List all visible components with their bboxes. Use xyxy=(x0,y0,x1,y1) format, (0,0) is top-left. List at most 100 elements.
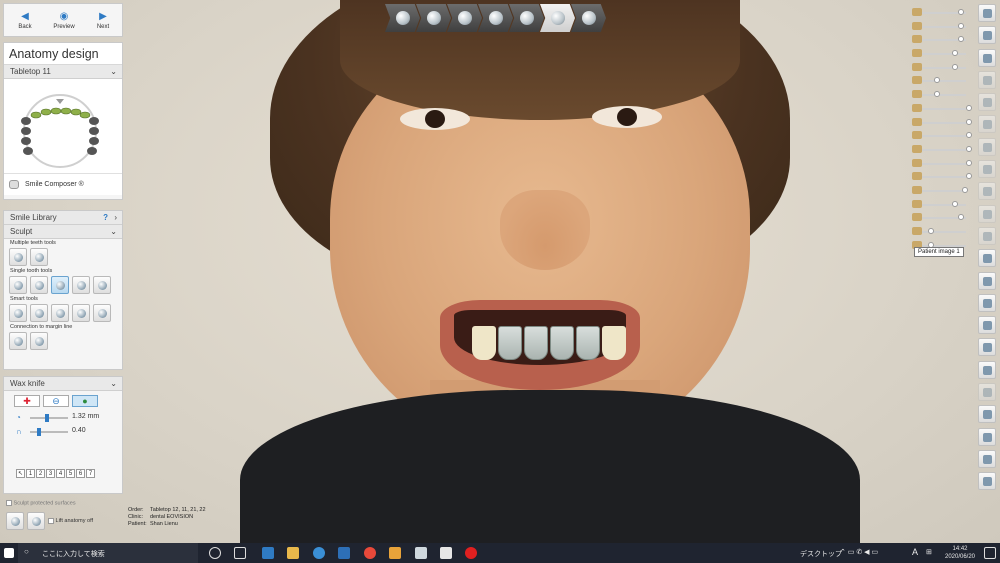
tooth-chart[interactable] xyxy=(4,79,122,173)
slider-thumb[interactable] xyxy=(934,77,940,84)
right-toolbar-tool-icon[interactable] xyxy=(978,271,996,290)
wax-knife-tool-icon[interactable] xyxy=(51,276,69,294)
crown-design[interactable] xyxy=(550,326,574,360)
right-toolbar-tool-icon[interactable] xyxy=(978,182,996,201)
margin-tool-icon[interactable] xyxy=(9,332,27,350)
back-button[interactable]: ◀ Back xyxy=(6,8,44,38)
crown-design[interactable] xyxy=(524,326,548,360)
crown-design[interactable] xyxy=(576,326,600,360)
workflow-step-current-icon[interactable] xyxy=(540,4,575,32)
slider-thumb[interactable] xyxy=(966,104,972,111)
slider-thumb[interactable] xyxy=(958,9,964,15)
visibility-slider[interactable] xyxy=(908,157,972,171)
slider-thumb[interactable] xyxy=(958,22,964,29)
preset-button[interactable]: 4 xyxy=(56,469,65,478)
workflow-step-icon[interactable] xyxy=(478,4,513,32)
undo-icon[interactable] xyxy=(6,512,24,530)
right-toolbar-tool-icon[interactable] xyxy=(978,4,996,22)
tray-icons[interactable]: ⌃ ▭ ✆ ◀ ▭ xyxy=(840,548,878,556)
strength-slider-thumb[interactable] xyxy=(36,428,41,436)
smart-tool-icon[interactable] xyxy=(72,304,90,322)
preset-button[interactable]: 7 xyxy=(86,469,95,478)
smart-tool-icon[interactable] xyxy=(30,304,48,322)
visibility-slider[interactable] xyxy=(908,225,972,239)
right-toolbar-tool-icon[interactable] xyxy=(978,249,996,268)
size-slider-thumb[interactable] xyxy=(45,414,50,422)
visibility-slider[interactable] xyxy=(908,184,972,198)
task-view-icon[interactable] xyxy=(234,547,246,559)
visibility-slider[interactable] xyxy=(908,47,972,61)
slider-thumb[interactable] xyxy=(962,186,968,193)
workflow-step-icon[interactable] xyxy=(571,4,606,32)
sculpt-header[interactable]: Sculpt ⌄ xyxy=(4,225,122,239)
visibility-slider[interactable] xyxy=(908,198,972,212)
visibility-slider[interactable] xyxy=(908,88,972,102)
redo-icon[interactable] xyxy=(27,512,45,530)
single-tooth-tool-icon[interactable] xyxy=(72,276,90,294)
right-toolbar-tool-icon[interactable] xyxy=(978,427,996,446)
slider-thumb[interactable] xyxy=(952,200,958,207)
strength-slider[interactable] xyxy=(30,428,68,436)
right-toolbar-tool-icon[interactable] xyxy=(978,383,996,402)
size-slider[interactable] xyxy=(30,414,68,422)
visibility-slider[interactable] xyxy=(908,20,972,34)
visibility-slider[interactable] xyxy=(908,170,972,184)
clock[interactable]: 14:42 2020/06/20 xyxy=(940,545,980,561)
restoration-selector[interactable]: Tabletop 11 ⌄ xyxy=(4,65,122,79)
right-toolbar-tool-icon[interactable] xyxy=(978,115,996,134)
visibility-slider[interactable] xyxy=(908,61,972,75)
slider-thumb[interactable] xyxy=(952,50,958,57)
visibility-slider[interactable] xyxy=(908,129,972,143)
smart-tool-icon[interactable] xyxy=(93,304,111,322)
wax-knife-header[interactable]: Wax knife ⌄ xyxy=(4,377,122,391)
app-icon[interactable] xyxy=(389,547,401,559)
right-toolbar-tool-icon[interactable] xyxy=(978,93,996,112)
next-button[interactable]: ▶ Next xyxy=(84,8,122,38)
right-toolbar-tool-icon[interactable] xyxy=(978,293,996,312)
visibility-slider[interactable] xyxy=(908,116,972,130)
lift-anatomy-row[interactable]: Lift anatomy off xyxy=(48,512,93,530)
record-icon[interactable] xyxy=(465,547,477,559)
slider-thumb[interactable] xyxy=(928,228,934,234)
exocad-icon[interactable] xyxy=(440,547,452,559)
smile-library-header[interactable]: Smile Library ? › xyxy=(4,211,122,225)
cortana-icon[interactable] xyxy=(209,547,221,559)
margin-tool-icon[interactable] xyxy=(30,332,48,350)
chrome-icon[interactable] xyxy=(364,547,376,559)
multi-tooth-tool-icon[interactable] xyxy=(9,248,27,266)
file-explorer-icon[interactable] xyxy=(287,547,299,559)
preset-button[interactable]: 1 xyxy=(26,469,35,478)
right-toolbar-tool-icon[interactable] xyxy=(978,472,996,491)
smile-composer-row[interactable]: Smile Composer ® xyxy=(4,173,122,195)
preview-button[interactable]: ◉ Preview xyxy=(45,8,83,38)
single-tooth-tool-icon[interactable] xyxy=(93,276,111,294)
slider-thumb[interactable] xyxy=(952,63,958,70)
right-toolbar-tool-icon[interactable] xyxy=(978,48,996,67)
desktop-label[interactable]: デスクトップ xyxy=(800,549,842,559)
add-material-icon[interactable]: ✚ xyxy=(14,395,40,407)
slider-thumb[interactable] xyxy=(958,214,964,221)
workflow-step-icon[interactable] xyxy=(416,4,451,32)
protected-row[interactable]: Sculpt protected surfaces xyxy=(6,500,76,506)
right-toolbar-tool-icon[interactable] xyxy=(978,160,996,179)
visibility-slider[interactable] xyxy=(908,6,972,20)
ie-icon[interactable] xyxy=(313,547,325,559)
preset-button[interactable]: 5 xyxy=(66,469,75,478)
help-icon[interactable]: ? xyxy=(103,211,108,225)
visibility-slider[interactable] xyxy=(908,102,972,116)
notifications-icon[interactable] xyxy=(984,547,996,559)
single-tooth-tool-icon[interactable] xyxy=(9,276,27,294)
workflow-step-icon[interactable] xyxy=(447,4,482,32)
store-icon[interactable] xyxy=(338,547,350,559)
ime-mode-icon[interactable]: ⊞ xyxy=(926,548,932,556)
single-tooth-tool-icon[interactable] xyxy=(30,276,48,294)
smart-tool-icon[interactable] xyxy=(9,304,27,322)
slider-thumb[interactable] xyxy=(966,118,972,125)
slider-thumb[interactable] xyxy=(958,36,964,43)
right-toolbar-tool-icon[interactable] xyxy=(978,338,996,357)
checkbox[interactable] xyxy=(48,517,54,524)
windows-start-icon[interactable] xyxy=(4,548,14,558)
preset-button[interactable]: 3 xyxy=(46,469,55,478)
slider-thumb[interactable] xyxy=(966,159,972,166)
checkbox[interactable] xyxy=(6,500,12,506)
